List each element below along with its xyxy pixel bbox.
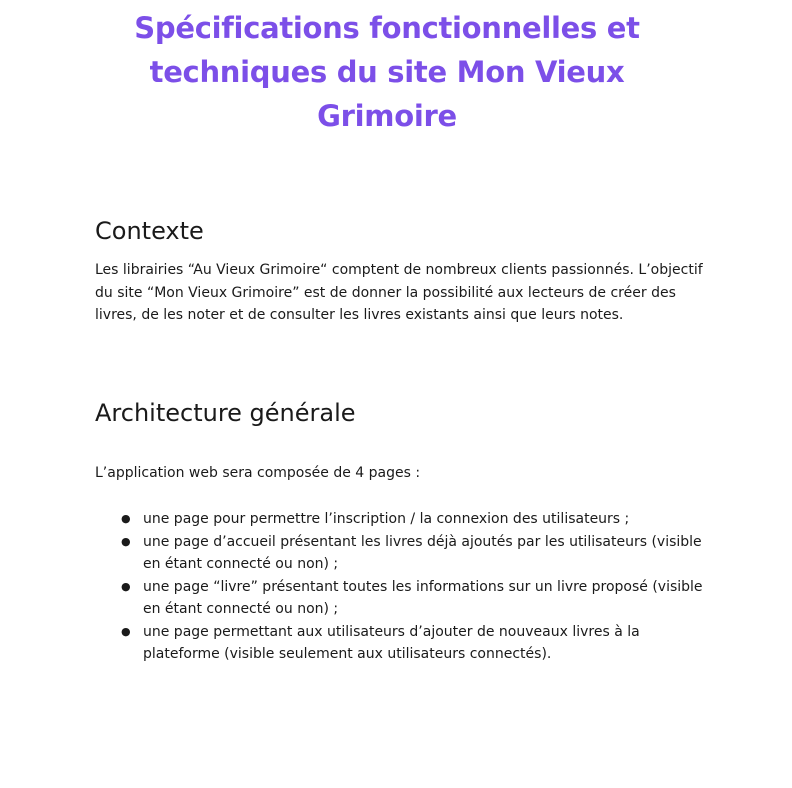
list-item-text: une page pour permettre l’inscription / … xyxy=(143,511,630,527)
bullet-icon: ● xyxy=(121,512,131,525)
list-item: ● une page pour permettre l’inscription /… xyxy=(120,508,710,531)
bullet-icon: ● xyxy=(121,624,131,638)
list-item-text: une page “livre” présentant toutes les i… xyxy=(143,578,703,618)
list-item-text: une page permettant aux utilisateurs d’a… xyxy=(143,623,640,663)
architecture-intro-paragraph: L’application web sera composée de 4 pag… xyxy=(95,465,421,481)
list-item: ● une page “livre” présentant toutes les … xyxy=(120,576,710,621)
list-item-text: une page d’accueil présentant les livres… xyxy=(143,533,702,573)
section-heading-contexte: Contexte xyxy=(95,217,204,245)
list-item: ● une page permettant aux utilisateurs d’… xyxy=(120,621,710,666)
pages-list: ● une page pour permettre l’inscription /… xyxy=(120,508,710,666)
contexte-paragraph: Les librairies “Au Vieux Grimoire“ compt… xyxy=(95,262,703,323)
document-title: Spécifications fonctionnelles et techniq… xyxy=(134,11,640,133)
bullet-icon: ● xyxy=(121,534,131,548)
section-heading-architecture: Architecture générale xyxy=(95,399,356,427)
list-item: ● une page d’accueil présentant les livre… xyxy=(120,531,710,576)
bullet-icon: ● xyxy=(121,579,131,593)
